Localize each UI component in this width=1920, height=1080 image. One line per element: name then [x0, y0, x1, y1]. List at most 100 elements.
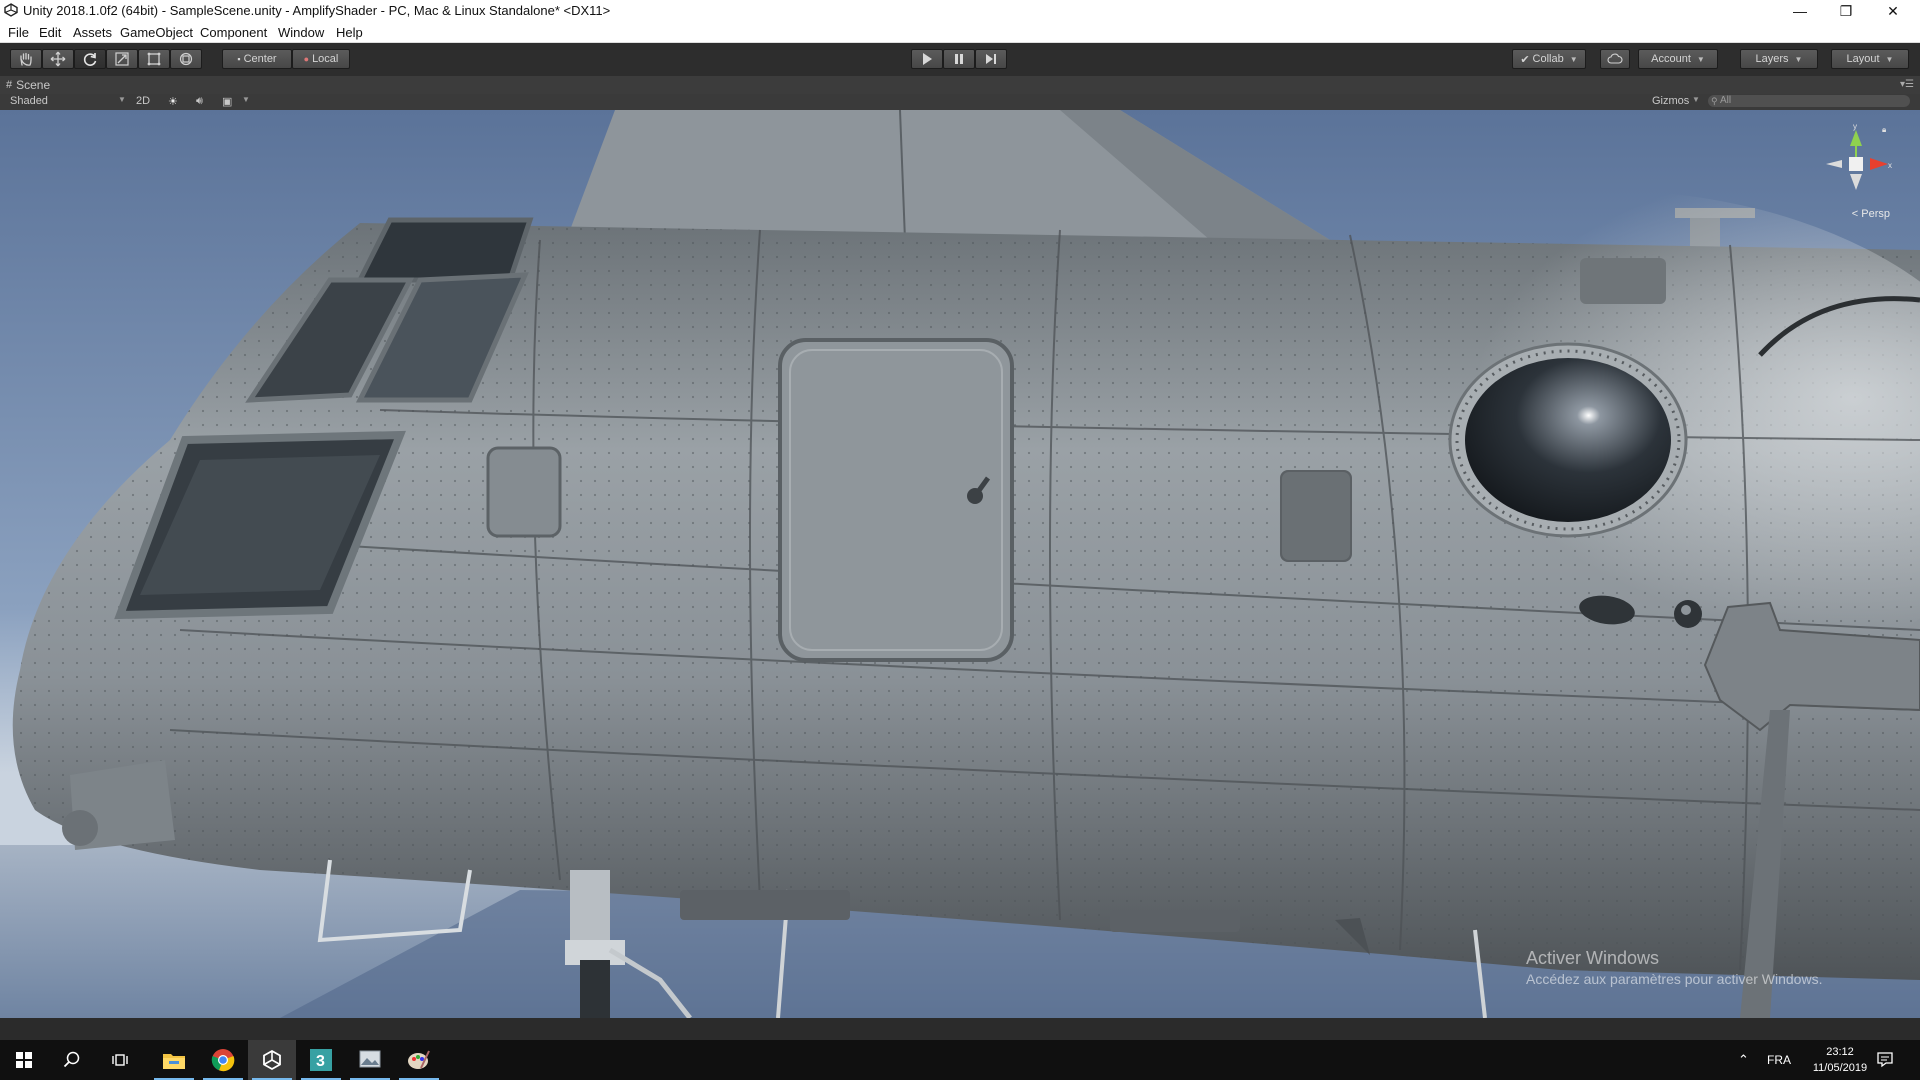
scale-tool-button[interactable] [106, 49, 138, 69]
scene-tab-bar: # Scene ▾☰ [0, 76, 1920, 94]
start-button[interactable] [0, 1040, 48, 1080]
status-bar [0, 1018, 1920, 1040]
image-viewer-icon [359, 1050, 381, 1068]
gizmo-x-label: x [1888, 161, 1892, 170]
close-button[interactable]: ✕ [1870, 0, 1916, 22]
orientation-gizmo[interactable]: y x 🔒︎ [1822, 122, 1892, 222]
menu-gameobject[interactable]: GameObject [120, 25, 193, 40]
taskbar-paint[interactable] [395, 1040, 443, 1080]
projection-label: Persp [1861, 208, 1890, 220]
pivot-rotation-label: Local [312, 53, 339, 65]
menu-help[interactable]: Help [336, 25, 363, 40]
rotate-icon [83, 53, 97, 66]
gizmo-y-label: y [1853, 122, 1857, 131]
windows-taskbar: 3 ⌃ FRA 23:12 11/05/2019 [0, 1040, 1920, 1080]
layers-dropdown[interactable]: Layers ▼ [1740, 49, 1818, 69]
pause-button[interactable] [943, 49, 975, 69]
scene-search-input[interactable]: ⚲ All [1708, 95, 1910, 107]
x-axis-cone-icon[interactable] [1870, 158, 1888, 170]
scene-viewport[interactable]: y x 🔒︎ < Persp Activer Windows Accédez a… [0, 110, 1920, 1018]
gizmos-dropdown[interactable]: Gizmos [1652, 95, 1689, 107]
tab-scene[interactable]: # Scene [6, 78, 50, 92]
chevron-down-icon: ▼ [1794, 54, 1803, 64]
scene-toolbar: Shaded ▼ 2D ☀ 🔊︎ ▣ ▼ Gizmos ▼ ⚲ All [0, 94, 1920, 111]
task-view-icon [112, 1054, 128, 1066]
search-button[interactable] [48, 1040, 96, 1080]
persp-arrow-icon: < [1851, 208, 1859, 220]
tray-overflow-icon[interactable]: ⌃ [1738, 1052, 1749, 1068]
layout-label: Layout [1846, 53, 1880, 65]
taskbar-file-explorer[interactable] [150, 1040, 198, 1080]
scale-icon [115, 52, 129, 66]
play-button[interactable] [911, 49, 943, 69]
paint-icon [408, 1050, 430, 1069]
menu-bar: File Edit Assets GameObject Component Wi… [0, 22, 1920, 43]
unity-logo-icon [4, 3, 18, 17]
neg-y-axis-cone-icon[interactable] [1850, 174, 1862, 190]
rect-tool-button[interactable] [138, 49, 170, 69]
transform-tool-button[interactable] [170, 49, 202, 69]
hand-tool-button[interactable] [10, 49, 42, 69]
y-axis-cone-icon[interactable] [1850, 130, 1862, 146]
move-tool-button[interactable] [42, 49, 74, 69]
title-bar: Unity 2018.1.0f2 (64bit) - SampleScene.u… [0, 0, 1920, 22]
move-icon [50, 51, 66, 67]
menu-component[interactable]: Component [200, 25, 267, 40]
lighting-toggle-icon[interactable]: ☀ [168, 95, 178, 108]
menu-file[interactable]: File [8, 25, 29, 40]
language-indicator[interactable]: FRA [1767, 1053, 1791, 1067]
chevron-down-icon: ▼ [1885, 54, 1894, 64]
rotate-tool-button[interactable] [74, 49, 106, 69]
projection-toggle[interactable]: < Persp [1852, 208, 1890, 220]
neg-x-axis-cone-icon[interactable] [1826, 160, 1842, 168]
step-button[interactable] [975, 49, 1007, 69]
collab-label: Collab [1532, 53, 1564, 65]
restore-button[interactable]: ❐ [1823, 0, 1869, 22]
taskbar-unity[interactable] [248, 1040, 296, 1080]
file-explorer-icon [163, 1054, 185, 1069]
clock-date: 11/05/2019 [1812, 1062, 1868, 1074]
minimize-button[interactable]: — [1777, 0, 1823, 22]
collab-dropdown[interactable]: ✔ Collab ▼ [1512, 49, 1586, 69]
taskbar-image-viewer[interactable] [346, 1040, 394, 1080]
pause-icon [955, 54, 963, 64]
rect-icon [147, 52, 161, 66]
search-icon [63, 1051, 80, 1068]
chrome-icon [211, 1049, 235, 1072]
cloud-icon [1607, 53, 1623, 64]
taskbar-3ds-max[interactable]: 3 [297, 1040, 345, 1080]
step-icon [986, 54, 996, 64]
main-toolbar: ▪ Center ● Local ✔ Collab ▼ Account ▼ La… [0, 43, 1920, 76]
effects-toggle-icon[interactable]: ▣ [222, 95, 232, 108]
windows-logo-icon [16, 1052, 32, 1068]
gizmo-center-icon[interactable] [1849, 157, 1863, 171]
check-icon: ✔ [1520, 53, 1530, 66]
menu-window[interactable]: Window [278, 25, 324, 40]
audio-toggle-icon[interactable]: 🔊︎ [196, 95, 203, 108]
shading-mode-dropdown[interactable]: Shaded [10, 95, 48, 107]
cloud-button[interactable] [1600, 49, 1630, 69]
pivot-mode-label: Center [243, 53, 277, 65]
taskbar-chrome[interactable] [199, 1040, 247, 1080]
chevron-down-icon: ▼ [1696, 54, 1705, 64]
tab-menu-icon[interactable]: ▾☰ [1900, 79, 1914, 90]
task-view-button[interactable] [96, 1040, 144, 1080]
scene-tab-label: Scene [16, 78, 51, 92]
activation-watermark-title: Activer Windows [1526, 948, 1660, 968]
pivot-rotation-toggle[interactable]: ● Local [292, 49, 350, 69]
account-dropdown[interactable]: Account ▼ [1638, 49, 1718, 69]
menu-edit[interactable]: Edit [39, 25, 61, 40]
lock-icon[interactable]: 🔒︎ [1882, 125, 1886, 134]
helicopter-scene[interactable] [0, 110, 1920, 1018]
scene-grid-icon: # [6, 79, 13, 91]
search-placeholder: All [1720, 95, 1732, 106]
3ds-max-icon: 3 [310, 1049, 332, 1071]
clock-time: 23:12 [1826, 1046, 1854, 1058]
pivot-mode-toggle[interactable]: ▪ Center [222, 49, 292, 69]
notifications-button[interactable] [1876, 1050, 1894, 1071]
menu-assets[interactable]: Assets [73, 25, 112, 40]
2d-toggle[interactable]: 2D [136, 95, 150, 107]
clock[interactable]: 23:12 11/05/2019 [1808, 1044, 1872, 1076]
chevron-down-icon: ▼ [1569, 54, 1578, 64]
layout-dropdown[interactable]: Layout ▼ [1831, 49, 1909, 69]
